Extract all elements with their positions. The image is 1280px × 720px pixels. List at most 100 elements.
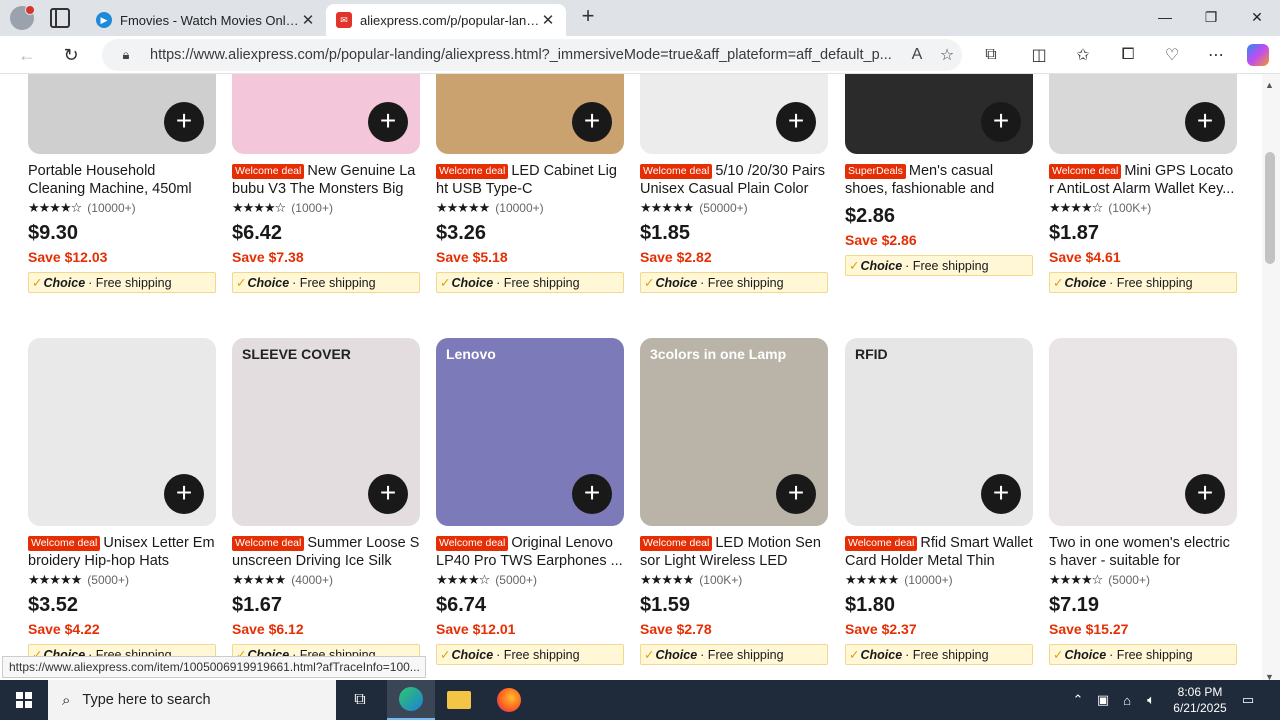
- product-title[interactable]: Welcome deal 5/10 /20/30 Pairs Unisex Cas…: [640, 162, 828, 198]
- product-title[interactable]: Welcome deal Summer Loose S unscreen Driv…: [232, 534, 420, 570]
- refresh-icon[interactable]: ↻: [58, 42, 84, 68]
- product-title[interactable]: Welcome deal LED Cabinet Lig ht USB Type-…: [436, 162, 624, 198]
- product-card[interactable]: + Portable Household Cleaning Machine, 4…: [28, 74, 216, 293]
- star-rating-icon: ★★★★☆: [1049, 199, 1103, 215]
- taskbar-search-box[interactable]: ⌕ Type here to search: [48, 680, 336, 720]
- product-title[interactable]: Welcome deal New Genuine La bubu V3 The M…: [232, 162, 420, 198]
- product-card[interactable]: + Two in one women's electric s haver - …: [1049, 338, 1237, 665]
- product-image[interactable]: 5/10/20/30 Pairs +: [640, 74, 828, 154]
- rating: ★★★★★ (4000+): [232, 572, 420, 587]
- tab-aliexpress[interactable]: ✉ aliexpress.com/p/popular-landing ✕: [326, 4, 566, 36]
- product-title[interactable]: Welcome deal Original Lenovo LP40 Pro TWS…: [436, 534, 624, 570]
- product-image[interactable]: SLEEVE COVER +: [232, 338, 420, 526]
- network-icon[interactable]: ⌂: [1116, 680, 1138, 720]
- free-shipping-label: · Free shipping: [905, 258, 989, 273]
- scroll-up-arrow-icon[interactable]: ▲: [1265, 80, 1274, 90]
- product-image[interactable]: non-slip +: [845, 74, 1033, 154]
- add-to-cart-plus-icon[interactable]: +: [776, 102, 816, 142]
- add-to-cart-plus-icon[interactable]: +: [572, 102, 612, 142]
- add-to-cart-plus-icon[interactable]: +: [981, 102, 1021, 142]
- rating: ★★★★☆ (10000+): [28, 200, 216, 215]
- profile-avatar-icon[interactable]: [10, 5, 35, 30]
- close-tab-icon[interactable]: ✕: [300, 11, 316, 29]
- address-bar[interactable]: 🔒︎ https://www.aliexpress.com/p/popular-…: [102, 39, 962, 71]
- more-menu-icon[interactable]: ⋯: [1204, 44, 1228, 66]
- window-close-icon[interactable]: ✕: [1234, 0, 1280, 34]
- browser-essentials-icon[interactable]: ♡: [1160, 44, 1184, 66]
- choice-free-shipping-tag: ✓ Choice · Free shipping: [640, 272, 828, 293]
- product-card[interactable]: Lenovo + Welcome deal Original Lenovo LP4…: [436, 338, 624, 665]
- read-aloud-icon[interactable]: A: [902, 46, 932, 64]
- product-image[interactable]: RFID +: [845, 338, 1033, 526]
- product-title[interactable]: Welcome deal Rfid Smart Wallet Card Holde…: [845, 534, 1033, 570]
- page-scrollbar[interactable]: ▲ ▼: [1262, 74, 1280, 686]
- product-card[interactable]: + Welcome deal Mini GPS Locato r AntiLost…: [1049, 74, 1237, 293]
- new-tab-plus-icon[interactable]: +: [576, 5, 600, 29]
- device-icon[interactable]: ▣: [1092, 680, 1114, 720]
- extensions-puzzle-icon[interactable]: ⧉: [979, 44, 1003, 66]
- favorite-star-icon[interactable]: ☆: [932, 45, 962, 65]
- product-image[interactable]: 3colors in one Lamp +: [640, 338, 828, 526]
- add-to-cart-plus-icon[interactable]: +: [164, 102, 204, 142]
- notifications-icon[interactable]: ▭: [1236, 680, 1260, 720]
- favorites-icon[interactable]: ✩: [1071, 44, 1095, 66]
- search-icon: ⌕: [62, 691, 71, 709]
- clock-time: 8:06 PM: [1177, 685, 1223, 699]
- tab-fmovies[interactable]: ▶ Fmovies - Watch Movies Online F ✕: [86, 4, 326, 36]
- firefox-taskbar-icon[interactable]: [485, 680, 533, 720]
- product-card[interactable]: + Welcome deal LED Cabinet Lig ht USB Typ…: [436, 74, 624, 293]
- file-explorer-icon[interactable]: [435, 680, 483, 720]
- product-image[interactable]: +: [232, 74, 420, 154]
- scrollbar-thumb[interactable]: [1265, 152, 1275, 264]
- product-image[interactable]: +: [1049, 338, 1237, 526]
- minimize-icon[interactable]: —: [1142, 0, 1188, 34]
- tray-chevron-icon[interactable]: ⌃: [1068, 680, 1088, 720]
- product-card[interactable]: + Welcome deal Unisex Letter Em broidery …: [28, 338, 216, 665]
- product-card[interactable]: 3colors in one Lamp + Welcome deal LED Mo…: [640, 338, 828, 665]
- product-title[interactable]: SuperDeals Men's casual shoes, fashionabl…: [845, 162, 1033, 198]
- star-rating-icon: ★★★★☆: [1049, 571, 1103, 587]
- product-title[interactable]: Two in one women's electric s haver - su…: [1049, 534, 1237, 570]
- address-url[interactable]: https://www.aliexpress.com/p/popular-lan…: [150, 47, 902, 63]
- product-card[interactable]: 5/10/20/30 Pairs + Welcome deal5/10 /20/…: [640, 74, 828, 293]
- edge-taskbar-icon[interactable]: [387, 680, 435, 720]
- product-card[interactable]: non-slip + SuperDealsMen's casual shoes,…: [845, 74, 1033, 276]
- volume-icon[interactable]: 🔈︎: [1140, 680, 1162, 720]
- site-info-lock-icon[interactable]: 🔒︎: [116, 45, 136, 65]
- add-to-cart-plus-icon[interactable]: +: [1185, 102, 1225, 142]
- add-to-cart-plus-icon[interactable]: +: [368, 102, 408, 142]
- system-clock[interactable]: 8:06 PM 6/21/2025: [1164, 684, 1236, 716]
- product-image[interactable]: +: [28, 338, 216, 526]
- restore-icon[interactable]: ❐: [1188, 0, 1234, 34]
- product-image[interactable]: Lenovo +: [436, 338, 624, 526]
- split-screen-icon[interactable]: ◫: [1027, 44, 1051, 66]
- back-arrow-icon[interactable]: ←: [14, 42, 40, 68]
- add-to-cart-plus-icon[interactable]: +: [572, 474, 612, 514]
- product-title[interactable]: Portable Household Cleaning Machine, 450…: [28, 162, 216, 198]
- add-to-cart-plus-icon[interactable]: +: [776, 474, 816, 514]
- add-to-cart-plus-icon[interactable]: +: [164, 474, 204, 514]
- close-tab-icon[interactable]: ✕: [540, 11, 556, 29]
- collections-icon[interactable]: ⧠: [1116, 44, 1140, 66]
- product-title[interactable]: Welcome deal Unisex Letter Em broidery Hi…: [28, 534, 216, 570]
- add-to-cart-plus-icon[interactable]: +: [981, 474, 1021, 514]
- product-image[interactable]: +: [1049, 74, 1237, 154]
- start-button[interactable]: [0, 680, 48, 720]
- product-card[interactable]: RFID + Welcome deal Rfid Smart Wallet Car…: [845, 338, 1033, 665]
- add-to-cart-plus-icon[interactable]: +: [1185, 474, 1225, 514]
- choice-free-shipping-tag: ✓ Choice · Free shipping: [845, 255, 1033, 276]
- link-status-bar: https://www.aliexpress.com/item/10050069…: [2, 656, 426, 678]
- deal-badge: Welcome deal: [232, 536, 305, 551]
- product-title[interactable]: Welcome deal Mini GPS Locato r AntiLost A…: [1049, 162, 1237, 198]
- choice-label: Choice: [451, 275, 494, 290]
- product-title[interactable]: Welcome deal LED Motion Sen sor Light Wir…: [640, 534, 828, 570]
- copilot-icon[interactable]: [1246, 44, 1270, 66]
- product-card[interactable]: SLEEVE COVER + Welcome deal Summer Loose …: [232, 338, 420, 665]
- product-image[interactable]: +: [28, 74, 216, 154]
- tab-actions-icon[interactable]: [50, 8, 70, 28]
- add-to-cart-plus-icon[interactable]: +: [368, 474, 408, 514]
- product-image[interactable]: +: [436, 74, 624, 154]
- product-card[interactable]: + Welcome deal New Genuine La bubu V3 The…: [232, 74, 420, 293]
- task-view-icon[interactable]: ⧉: [336, 680, 384, 720]
- checkmark-icon: ✓: [236, 276, 247, 290]
